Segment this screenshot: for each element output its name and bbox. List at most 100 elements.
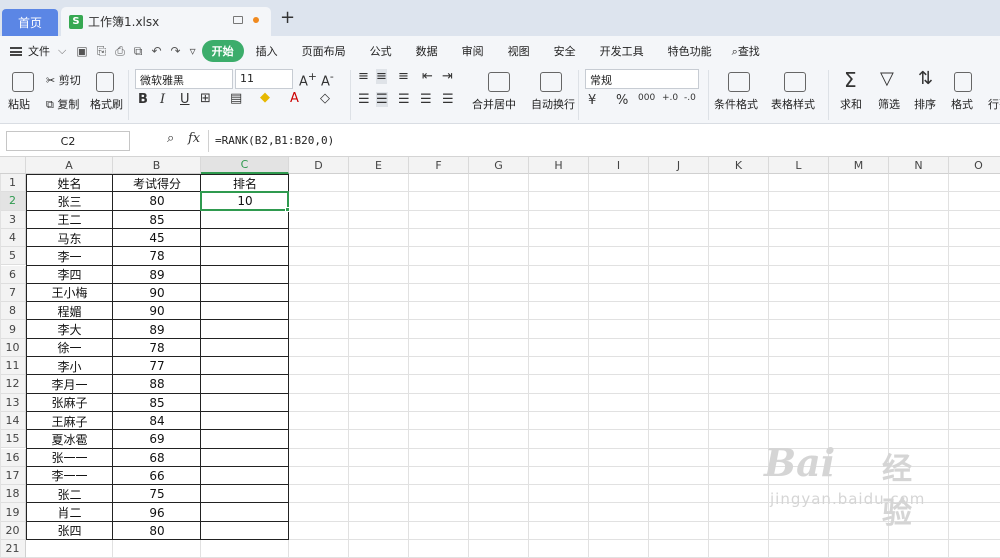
cell-C6[interactable] xyxy=(201,266,289,284)
cell-C3[interactable] xyxy=(201,211,289,229)
column-header-G[interactable]: G xyxy=(469,157,529,174)
cell-C11[interactable] xyxy=(201,357,289,375)
cell-C1[interactable]: 排名 xyxy=(201,174,289,192)
row-header-11[interactable]: 11 xyxy=(0,357,26,376)
align-middle-icon[interactable]: ≡ xyxy=(376,69,387,84)
fill-color-icon[interactable]: ◆ xyxy=(260,90,270,105)
tab-home[interactable]: 首页 xyxy=(2,9,58,36)
paste-icon[interactable] xyxy=(12,72,34,92)
cell-A19[interactable]: 肖二 xyxy=(26,503,113,521)
cell-C7[interactable] xyxy=(201,284,289,302)
row-header-3[interactable]: 3 xyxy=(0,210,26,229)
save-icon[interactable]: ▣ xyxy=(76,44,87,59)
menu-formulas[interactable]: 公式 xyxy=(358,43,404,59)
row-header-13[interactable]: 13 xyxy=(0,393,26,412)
distribute-icon[interactable]: ☰ xyxy=(442,92,454,107)
filter-icon[interactable]: ▽ xyxy=(880,68,894,89)
undo-icon[interactable]: ↶ xyxy=(151,44,161,59)
cell-B18[interactable]: 75 xyxy=(113,485,201,503)
clear-format-icon[interactable]: ◇ xyxy=(320,91,330,106)
indent-left-icon[interactable]: ⇤ xyxy=(422,69,433,84)
menu-security[interactable]: 安全 xyxy=(542,43,588,59)
more-icon[interactable]: ▿ xyxy=(190,44,196,59)
cell-B1[interactable]: 考试得分 xyxy=(113,174,201,192)
column-header-F[interactable]: F xyxy=(409,157,469,174)
menu-review[interactable]: 审阅 xyxy=(450,43,496,59)
screen-icon[interactable] xyxy=(233,16,243,24)
cell-C9[interactable] xyxy=(201,320,289,338)
table-style-icon[interactable] xyxy=(784,72,806,92)
cell-B3[interactable]: 85 xyxy=(113,211,201,229)
italic-icon[interactable]: I xyxy=(160,92,165,107)
conditional-format-icon[interactable] xyxy=(728,72,750,92)
cell-A11[interactable]: 李小 xyxy=(26,357,113,375)
column-header-I[interactable]: I xyxy=(589,157,649,174)
cell-A18[interactable]: 张二 xyxy=(26,485,113,503)
copy-button[interactable]: ⧉ 复制 xyxy=(46,96,79,112)
merge-center-icon[interactable] xyxy=(488,72,510,92)
cell-B17[interactable]: 66 xyxy=(113,467,201,485)
row-header-21[interactable]: 21 xyxy=(0,540,26,558)
cell-B7[interactable]: 90 xyxy=(113,284,201,302)
unsaved-dot-icon[interactable] xyxy=(253,17,259,23)
merge-center-button[interactable]: 合并居中 xyxy=(472,96,516,112)
cell-A9[interactable]: 李大 xyxy=(26,320,113,338)
cell-A14[interactable]: 王麻子 xyxy=(26,412,113,430)
cell-A20[interactable]: 张四 xyxy=(26,522,113,540)
table-style-button[interactable]: 表格样式 xyxy=(771,96,815,112)
column-header-A[interactable]: A xyxy=(26,157,113,174)
row-header-7[interactable]: 7 xyxy=(0,283,26,303)
row-header-16[interactable]: 16 xyxy=(0,448,26,467)
cell-B6[interactable]: 89 xyxy=(113,266,201,284)
cell-A17[interactable]: 李一一 xyxy=(26,467,113,485)
column-header-E[interactable]: E xyxy=(349,157,409,174)
sort-icon[interactable]: ⇅ xyxy=(918,68,933,89)
cell-A4[interactable]: 马东 xyxy=(26,229,113,247)
cell-C17[interactable] xyxy=(201,467,289,485)
row-header-12[interactable]: 12 xyxy=(0,375,26,394)
menu-file[interactable]: 文件 xyxy=(26,43,58,59)
cell-B14[interactable]: 84 xyxy=(113,412,201,430)
fill-pattern-icon[interactable]: ▤ xyxy=(230,91,242,106)
cell-B11[interactable]: 77 xyxy=(113,357,201,375)
cut-button[interactable]: ✂ 剪切 xyxy=(46,72,81,88)
justify-icon[interactable]: ☰ xyxy=(420,92,432,107)
cell-A13[interactable]: 张麻子 xyxy=(26,394,113,412)
chevron-down-icon[interactable]: ⌵ xyxy=(58,44,70,58)
indent-right-icon[interactable]: ⇥ xyxy=(442,69,453,84)
column-header-N[interactable]: N xyxy=(889,157,949,174)
font-grow-icon[interactable]: A+ xyxy=(299,70,317,89)
row-header-19[interactable]: 19 xyxy=(0,503,26,522)
redo-icon[interactable]: ↷ xyxy=(171,44,181,59)
column-header-L[interactable]: L xyxy=(769,157,829,174)
border-icon[interactable]: ⊞ xyxy=(200,91,211,106)
hamburger-icon[interactable] xyxy=(10,46,22,56)
percent-icon[interactable]: % xyxy=(616,93,628,108)
menu-insert[interactable]: 插入 xyxy=(244,43,290,59)
cell-B8[interactable]: 90 xyxy=(113,302,201,320)
cell-C4[interactable] xyxy=(201,229,289,247)
align-bottom-icon[interactable]: ≡ xyxy=(398,69,409,84)
zoom-icon[interactable]: ⌕ xyxy=(167,131,174,146)
row-header-9[interactable]: 9 xyxy=(0,320,26,339)
font-color-icon[interactable]: A xyxy=(290,91,299,106)
cell-B10[interactable]: 78 xyxy=(113,339,201,357)
align-center-icon[interactable]: ☰ xyxy=(376,92,388,107)
underline-icon[interactable]: U xyxy=(180,92,190,107)
row-header-4[interactable]: 4 xyxy=(0,228,26,248)
cell-C19[interactable] xyxy=(201,503,289,521)
row-header-15[interactable]: 15 xyxy=(0,430,26,449)
menu-data[interactable]: 数据 xyxy=(404,43,450,59)
cell-C8[interactable] xyxy=(201,302,289,320)
cell-B19[interactable]: 96 xyxy=(113,503,201,521)
cell-C18[interactable] xyxy=(201,485,289,503)
row-header-5[interactable]: 5 xyxy=(0,247,26,266)
fill-handle[interactable] xyxy=(285,206,290,212)
wrap-text-button[interactable]: 自动换行 xyxy=(531,96,575,112)
align-right-icon[interactable]: ☰ xyxy=(398,92,410,107)
row-header-8[interactable]: 8 xyxy=(0,302,26,321)
cell-A15[interactable]: 夏冰雹 xyxy=(26,430,113,448)
format-icon[interactable] xyxy=(954,72,972,92)
cell-B12[interactable]: 88 xyxy=(113,375,201,393)
cell-B9[interactable]: 89 xyxy=(113,320,201,338)
